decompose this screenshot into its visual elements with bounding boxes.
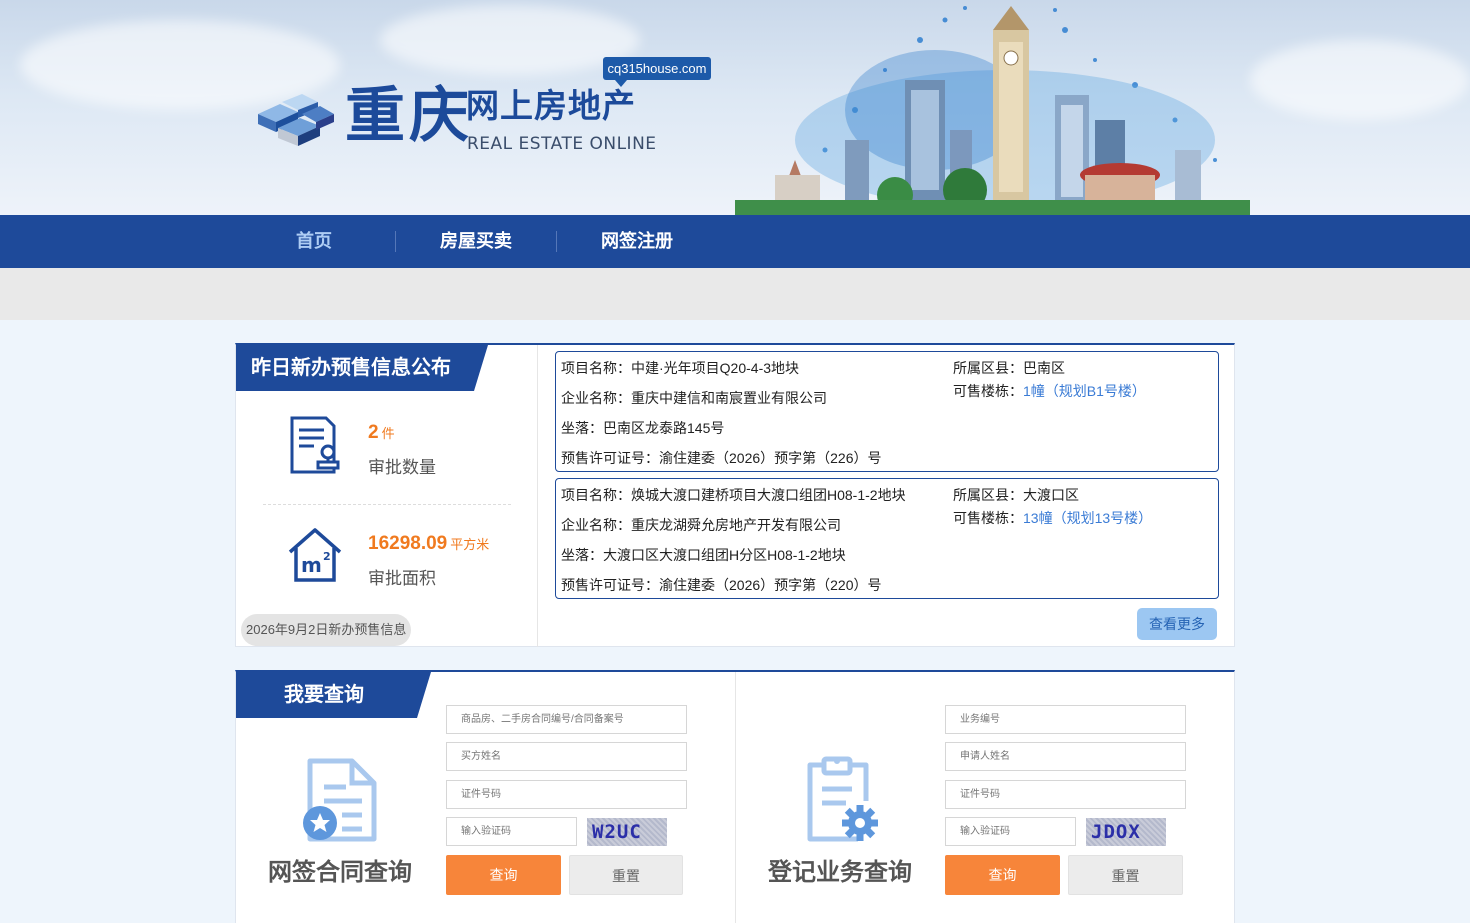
view-more-button[interactable]: 查看更多 [1137,608,1217,640]
project-buildings-label: 可售楼栋： [953,510,1023,526]
registration-captcha-image[interactable]: JDOX [1086,818,1166,846]
project-buildings-link[interactable]: 1幢（规划B1号楼） [1023,383,1146,399]
contract-number-input[interactable] [446,705,687,734]
document-stamp-icon [290,416,340,474]
contract-document-icon [303,758,377,842]
house-area-icon: m 2 [288,528,342,582]
project-district: 所属区县：大渡口区 [953,487,1079,503]
approval-count-value: 2 [368,422,379,443]
buyer-name-input[interactable] [446,742,687,771]
project-card[interactable]: 项目名称：焕城大渡口建桥项目大渡口组团H08-1-2地块 企业名称：重庆龙湖舜允… [555,478,1219,599]
registration-captcha-input[interactable] [945,817,1076,846]
approval-area-label: 审批面积 [368,569,436,588]
stats-divider [263,504,511,505]
project-name: 项目名称：焕城大渡口建桥项目大渡口组团H08-1-2地块 [561,487,906,503]
nav-house-trading[interactable]: 房屋买卖 [424,215,528,268]
header-banner: 重庆 网上房地产 REAL ESTATE ONLINE cq315house.c… [0,0,1470,215]
logo-cubes-icon [258,94,334,146]
sub-nav-bar [0,268,1470,320]
approval-area-unit: 平方米 [450,537,490,552]
project-company: 企业名称：重庆中建信和南宸置业有限公司 [561,390,827,406]
panel-divider [537,345,538,647]
logo-title-en: REAL ESTATE ONLINE [467,134,657,154]
contract-reset-button[interactable]: 重置 [569,855,683,895]
presale-date-note: 2026年9月2日新办预售信息 [241,614,412,646]
contract-captcha-input[interactable] [446,817,577,846]
registration-reset-button[interactable]: 重置 [1068,855,1183,895]
panel-divider [735,672,736,923]
registration-query-button[interactable]: 查询 [945,855,1060,895]
nav-separator [395,231,396,252]
approval-count-unit: 件 [381,426,395,441]
project-buildings-label: 可售楼栋： [953,383,1023,399]
project-district: 所属区县：巴南区 [953,360,1065,376]
project-location: 坐落：巴南区龙泰路145号 [561,420,725,436]
project-buildings-link[interactable]: 13幢（规划13号楼） [1023,510,1152,526]
nav-separator [556,231,557,252]
cloud-decoration [1250,40,1470,120]
project-location: 坐落：大渡口区大渡口组团H分区H08-1-2地块 [561,547,846,563]
svg-text:2: 2 [323,550,331,563]
contract-captcha-image[interactable]: W2UC [587,818,667,846]
project-name: 项目名称：中建·光年项目Q20-4-3地块 [561,360,800,376]
main-nav: 首页 房屋买卖 网签注册 [0,215,1470,268]
applicant-name-input[interactable] [945,742,1186,771]
nav-contract-registration[interactable]: 网签注册 [585,215,689,268]
project-card[interactable]: 项目名称：中建·光年项目Q20-4-3地块 企业名称：重庆中建信和南宸置业有限公… [555,351,1219,472]
project-buildings: 可售楼栋：13幢（规划13号楼） [953,509,1152,527]
presale-title: 昨日新办预售信息公布 [236,345,488,391]
nav-home[interactable]: 首页 [262,215,366,268]
project-buildings: 可售楼栋：1幢（规划B1号楼） [953,382,1146,400]
project-permit: 预售许可证号：渝住建委（2026）预字第（220）号 [561,577,882,593]
business-number-input[interactable] [945,705,1186,734]
domain-badge: cq315house.com [603,57,711,87]
registration-id-number-input[interactable] [945,780,1186,809]
contract-query-heading: 网签合同查询 [268,859,412,886]
cloud-decoration [380,5,640,75]
query-title: 我要查询 [236,672,431,718]
project-company: 企业名称：重庆龙湖舜允房地产开发有限公司 [561,517,841,533]
project-permit: 预售许可证号：渝住建委（2026）预字第（226）号 [561,450,882,466]
logo-chongqing: 重庆 [345,81,473,151]
city-skyline-illustration [735,6,1250,215]
svg-text:m: m [301,553,322,577]
approval-count: 2件 [368,422,395,444]
logo-title-cn: 网上房地产 [466,86,636,125]
contract-id-number-input[interactable] [446,780,687,809]
contract-query-button[interactable]: 查询 [446,855,561,895]
approval-area-value: 16298.09 [368,533,448,554]
approval-count-label: 审批数量 [368,458,436,477]
approval-area: 16298.09 平方米 [368,533,489,555]
clipboard-gear-icon [807,756,878,842]
registration-query-heading: 登记业务查询 [768,859,912,886]
